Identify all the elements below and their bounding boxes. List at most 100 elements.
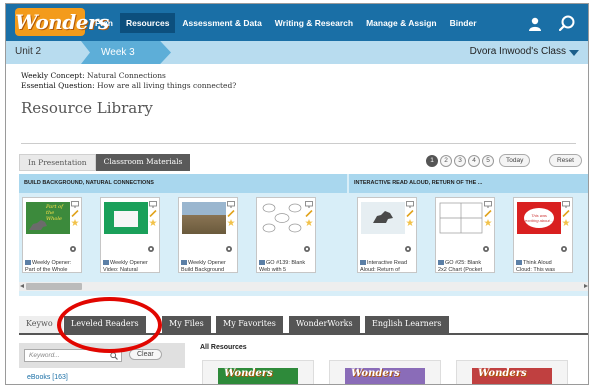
pencil-icon[interactable] [148, 210, 157, 217]
leveled-reader-card[interactable]: Wonders [329, 360, 441, 384]
gear-icon[interactable] [225, 245, 233, 253]
card-label-line1: Interactive Read [367, 260, 408, 266]
nav-writing-research[interactable]: Writing & Research [269, 13, 359, 33]
card-label-line2: Video: Natural [103, 267, 138, 273]
card-label: Interactive Read Aloud: Return of [360, 260, 416, 274]
nav-resources[interactable]: Resources [119, 12, 176, 33]
think-aloud-cloud: This was exciting about... [524, 208, 554, 228]
tab-in-presentation[interactable]: In Presentation [19, 154, 96, 171]
resource-card[interactable]: This was exciting about... Think Aloud Cl… [513, 197, 573, 273]
page-button-3[interactable]: 3 [454, 154, 466, 167]
pencil-icon[interactable] [561, 210, 570, 217]
pencil-icon[interactable] [70, 210, 79, 217]
card-label: GO #139: Blank Web with 5 [259, 260, 315, 274]
user-icon[interactable] [529, 17, 541, 31]
page-button-4[interactable]: 4 [468, 154, 480, 167]
tab-english-learners[interactable]: English Learners [365, 316, 449, 333]
resource-card[interactable]: Weekly Opener Video: Natural [100, 197, 160, 273]
present-icon[interactable] [483, 201, 492, 208]
page-button-1[interactable]: 1 [426, 154, 438, 167]
star-icon[interactable] [70, 219, 79, 226]
star-icon[interactable] [405, 219, 414, 226]
book-cover: Wonders [218, 368, 298, 384]
pencil-icon[interactable] [483, 210, 492, 217]
scrollbar-thumb[interactable] [26, 283, 82, 290]
wonders-logo: Wonders [224, 368, 273, 379]
resource-thumbnail [182, 202, 226, 234]
resource-card[interactable]: Weekly Opener Build Background [178, 197, 238, 273]
nav-assessment-data[interactable]: Assessment & Data [176, 13, 267, 33]
card-label: Weekly Opener Build Background [181, 260, 237, 274]
present-icon[interactable] [148, 201, 157, 208]
search-icon[interactable] [559, 15, 575, 31]
gear-icon[interactable] [147, 245, 155, 253]
resource-thumbnail: Part of the Whole [26, 202, 70, 234]
filter-ebooks[interactable]: eBooks [163] [19, 368, 185, 384]
present-icon[interactable] [561, 201, 570, 208]
chevron-down-icon[interactable] [569, 50, 579, 56]
card-actions [226, 201, 235, 241]
star-icon[interactable] [483, 219, 492, 226]
nav-manage-assign[interactable]: Manage & Assign [360, 13, 443, 33]
gear-icon[interactable] [404, 245, 412, 253]
card-label: Weekly Opener Video: Natural [103, 260, 159, 274]
pencil-icon[interactable] [304, 210, 313, 217]
video-frame [114, 211, 138, 227]
today-button[interactable]: Today [499, 154, 531, 167]
search-icon[interactable] [110, 352, 118, 360]
gear-icon[interactable] [69, 245, 77, 253]
resource-card[interactable]: Interactive Read Aloud: Return of [357, 197, 417, 273]
weekly-concept-label: Weekly Concept: [21, 71, 85, 80]
resource-type-icon [181, 260, 187, 266]
star-icon[interactable] [304, 219, 313, 226]
top-navigation-bar: Wonders Plan Resources Assessment & Data… [6, 4, 588, 41]
card-label-line2: Build Background [181, 267, 225, 273]
class-selector[interactable]: Dvora Inwood's Class [470, 46, 566, 57]
star-icon[interactable] [148, 219, 157, 226]
card-label-line1: GO #139: Blank [266, 260, 306, 266]
book-cover: Wonders [472, 368, 552, 384]
gear-icon[interactable] [560, 245, 568, 253]
scroll-right-icon[interactable] [584, 284, 588, 288]
nav-plan[interactable]: Plan [89, 13, 119, 33]
tab-classroom-materials[interactable]: Classroom Materials [95, 154, 191, 171]
pencil-icon[interactable] [226, 210, 235, 217]
unit-week-bar: Unit 2 Week 3 Dvora Inwood's Class [6, 41, 588, 64]
resource-card[interactable]: GO #25: Blank 2x2 Chart (Pocket [435, 197, 495, 273]
present-icon[interactable] [405, 201, 414, 208]
tab-my-favorites[interactable]: My Favorites [216, 316, 283, 333]
resource-card[interactable]: Part of the Whole Weekly Opener: Part of … [22, 197, 82, 273]
gear-icon[interactable] [303, 245, 311, 253]
scroll-left-icon[interactable] [20, 284, 24, 288]
leveled-reader-card[interactable]: Wonders [202, 360, 314, 384]
page-button-5[interactable]: 5 [482, 154, 494, 167]
unit-selector[interactable]: Unit 2 [15, 46, 41, 57]
presentation-tabs: In Presentation Classroom Materials [19, 154, 191, 171]
weekly-concept-block: Weekly Concept: Natural Connections Esse… [21, 71, 236, 91]
page-button-2[interactable]: 2 [440, 154, 452, 167]
clear-button[interactable]: Clear [129, 349, 162, 360]
star-icon[interactable] [226, 219, 235, 226]
gear-icon[interactable] [482, 245, 490, 253]
resource-type-icon [516, 260, 522, 266]
present-icon[interactable] [226, 201, 235, 208]
card-actions [148, 201, 157, 241]
week-selector[interactable]: Week 3 [81, 41, 171, 64]
reset-button[interactable]: Reset [549, 154, 582, 167]
divider [21, 143, 576, 144]
wonders-logo[interactable]: Wonders [15, 8, 109, 36]
resource-thumbnail: This was exciting about... [517, 202, 561, 234]
pencil-icon[interactable] [405, 210, 414, 217]
present-icon[interactable] [304, 201, 313, 208]
present-icon[interactable] [70, 201, 79, 208]
leveled-reader-card[interactable]: Wonders [456, 360, 568, 384]
section-header: BUILD BACKGROUND, NATURAL CONNECTIONS [19, 174, 347, 193]
tab-wonderworks[interactable]: WonderWorks [289, 316, 360, 333]
resource-card[interactable]: GO #139: Blank Web with 5 [256, 197, 316, 273]
star-icon[interactable] [561, 219, 570, 226]
nav-binder[interactable]: Binder [444, 13, 483, 33]
tab-my-files[interactable]: My Files [162, 316, 211, 333]
card-label-line2: Cloud: This was [516, 267, 556, 273]
horizontal-scrollbar[interactable] [19, 282, 588, 291]
essential-question-label: Essential Question: [21, 81, 95, 90]
